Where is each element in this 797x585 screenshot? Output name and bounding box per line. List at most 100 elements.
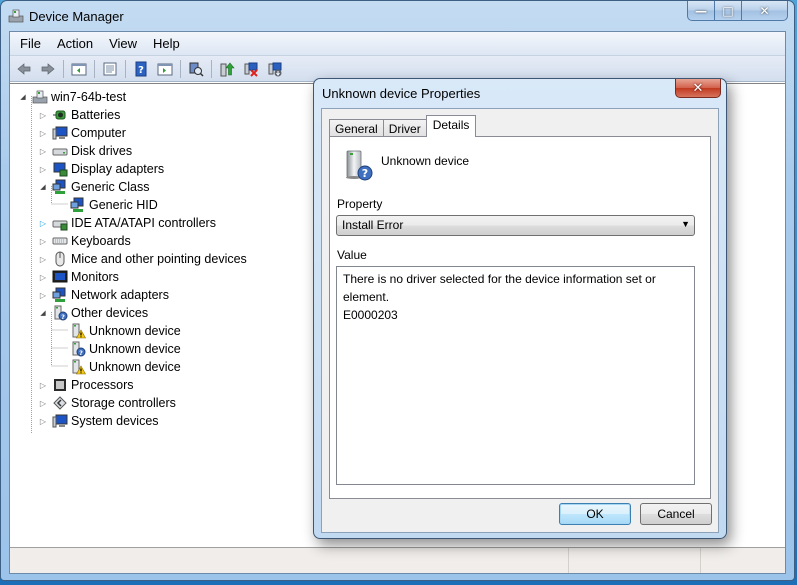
- menu-file[interactable]: File: [12, 36, 49, 51]
- show-hide-action-pane-button[interactable]: [155, 59, 175, 79]
- collapsed-triangle-icon[interactable]: ▷: [38, 381, 48, 390]
- details-panel: ? Unknown device Property Install Error …: [329, 136, 711, 499]
- uninstall-button[interactable]: [241, 59, 261, 79]
- scan-hardware-changes-button[interactable]: [186, 59, 206, 79]
- property-selected-value: Install Error: [342, 218, 404, 232]
- ok-button[interactable]: OK: [559, 503, 631, 525]
- tree-node[interactable]: Generic HID: [18, 196, 247, 214]
- tree-node[interactable]: ▷ Storage controllers: [18, 394, 247, 412]
- mouse-icon: [52, 251, 68, 267]
- tree-node[interactable]: ▷ Processors: [18, 376, 247, 394]
- generic-class-icon: [52, 179, 68, 195]
- minimize-icon: —: [695, 3, 707, 18]
- tree-node[interactable]: ▷ Disk drives: [18, 142, 247, 160]
- tree-node-label: IDE ATA/ATAPI controllers: [71, 216, 216, 230]
- property-dropdown[interactable]: Install Error ▼: [336, 215, 695, 236]
- computer-root-icon: [32, 89, 48, 105]
- tab-general[interactable]: General: [329, 119, 384, 137]
- tree-node[interactable]: ▷ Batteries: [18, 106, 247, 124]
- toolbar-separator: [211, 59, 212, 78]
- collapsed-triangle-icon[interactable]: ▷: [38, 255, 48, 264]
- tree-node[interactable]: ▷ Display adapters: [18, 160, 247, 178]
- value-line[interactable]: There is no driver selected for the devi…: [343, 270, 688, 306]
- collapsed-triangle-icon[interactable]: ▷: [38, 219, 48, 228]
- svg-text:?: ?: [138, 65, 144, 76]
- unknown-device-icon: ?: [346, 150, 373, 181]
- maximize-button[interactable]: □: [715, 1, 742, 21]
- tree-node[interactable]: ▷ Computer: [18, 124, 247, 142]
- forward-arrow-button[interactable]: [38, 59, 58, 79]
- collapsed-triangle-icon[interactable]: ▷: [38, 165, 48, 174]
- dialog-close-button[interactable]: ✕: [675, 79, 721, 98]
- close-button[interactable]: ✕: [742, 1, 788, 21]
- tree-node[interactable]: ? Unknown device: [18, 340, 247, 358]
- status-bar: [10, 547, 785, 573]
- collapsed-triangle-icon[interactable]: ▷: [38, 111, 48, 120]
- collapsed-triangle-icon[interactable]: ▷: [38, 417, 48, 426]
- disable-icon: [268, 62, 282, 76]
- tree-node-label: win7-64b-test: [51, 90, 127, 104]
- show-hide-console-tree-button[interactable]: [69, 59, 89, 79]
- collapsed-triangle-icon[interactable]: ▷: [38, 129, 48, 138]
- collapsed-triangle-icon[interactable]: ▷: [38, 291, 48, 300]
- expanded-triangle-icon[interactable]: ◢: [38, 309, 48, 317]
- collapsed-triangle-icon[interactable]: ▷: [38, 273, 48, 282]
- value-line[interactable]: E0000203: [343, 306, 688, 324]
- scan-hardware-changes-icon: [189, 62, 204, 77]
- properties-icon: [103, 62, 117, 75]
- value-list[interactable]: There is no driver selected for the devi…: [336, 266, 695, 485]
- tree-node-label: Other devices: [71, 306, 149, 320]
- tree-node[interactable]: ▷ Network adapters: [18, 286, 247, 304]
- tree-node-label: Disk drives: [71, 144, 133, 158]
- tree-node[interactable]: ▷ Mice and other pointing devices: [18, 250, 247, 268]
- tree-node-label: Unknown device: [89, 324, 181, 338]
- properties-dialog: Unknown device Properties ✕ General Driv…: [313, 78, 727, 539]
- properties-button[interactable]: [100, 59, 120, 79]
- disable-button[interactable]: [265, 59, 285, 79]
- tree-node-label: Generic HID: [89, 198, 158, 212]
- tree-node[interactable]: ▷ System devices: [18, 412, 247, 430]
- tree-node-label: Keyboards: [71, 234, 131, 248]
- expanded-triangle-icon[interactable]: ◢: [18, 93, 28, 101]
- device-tree: ◢ win7-64b-test ▷ Batteries ▷ Computer ▷ Disk d…: [18, 88, 247, 430]
- tree-node-label: Mice and other pointing devices: [71, 252, 247, 266]
- tab-driver[interactable]: Driver: [382, 119, 427, 137]
- help-button[interactable]: ?: [131, 59, 151, 79]
- back-arrow-icon: [17, 62, 31, 75]
- window-title: Device Manager: [29, 9, 124, 24]
- svg-text:?: ?: [362, 167, 368, 180]
- tree-node[interactable]: ◢ win7-64b-test: [18, 88, 247, 106]
- tree-node[interactable]: ▷ Monitors: [18, 268, 247, 286]
- cancel-button[interactable]: Cancel: [640, 503, 712, 525]
- processor-icon: [52, 377, 68, 393]
- tree-node-label: Storage controllers: [71, 396, 176, 410]
- tree-node[interactable]: ▷ IDE ATA/ATAPI controllers: [18, 214, 247, 232]
- tree-node[interactable]: ◢? Other devices: [18, 304, 247, 322]
- warning-device-icon: [70, 359, 87, 375]
- toolbar-separator: [125, 59, 126, 78]
- tree-node-label: Display adapters: [71, 162, 165, 176]
- show-hide-action-pane-icon: [157, 63, 173, 75]
- property-label: Property: [337, 197, 383, 211]
- expanded-triangle-icon[interactable]: ◢: [38, 183, 48, 191]
- minimize-button[interactable]: —: [687, 1, 715, 21]
- tab-details[interactable]: Details: [425, 115, 477, 137]
- menu-action[interactable]: Action: [49, 36, 101, 51]
- collapsed-triangle-icon[interactable]: ▷: [38, 147, 48, 156]
- computer-icon: [52, 125, 68, 141]
- tree-node[interactable]: Unknown device: [18, 322, 247, 340]
- menu-view[interactable]: View: [101, 36, 145, 51]
- device-manager-icon: [8, 9, 24, 23]
- chevron-down-icon: ▼: [681, 219, 690, 229]
- forward-arrow-icon: [41, 62, 55, 75]
- tree-node[interactable]: ◢ Generic Class: [18, 178, 247, 196]
- menu-help[interactable]: Help: [145, 36, 188, 51]
- tree-node[interactable]: Unknown device: [18, 358, 247, 376]
- collapsed-triangle-icon[interactable]: ▷: [38, 237, 48, 246]
- back-arrow-button[interactable]: [14, 59, 34, 79]
- display-adapter-icon: [52, 161, 68, 177]
- update-driver-button[interactable]: [217, 59, 237, 79]
- tree-node[interactable]: ▷ Keyboards: [18, 232, 247, 250]
- monitor-icon: [52, 269, 68, 285]
- collapsed-triangle-icon[interactable]: ▷: [38, 399, 48, 408]
